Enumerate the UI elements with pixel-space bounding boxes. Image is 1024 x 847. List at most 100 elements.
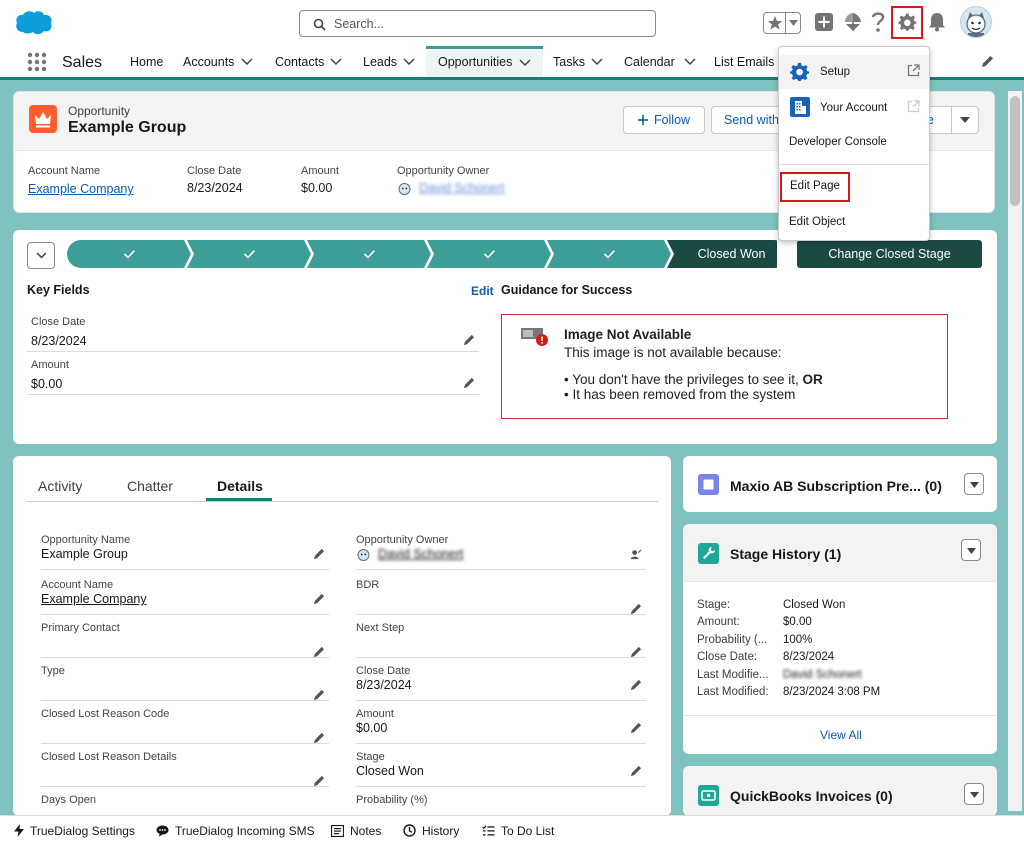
edit-pencil-icon[interactable] xyxy=(630,722,642,734)
favorites-dropdown-icon[interactable] xyxy=(789,20,798,26)
highlight-value: 8/23/2024 xyxy=(187,181,243,195)
nav-item-label: Contacts xyxy=(275,55,325,69)
detail-field-label: Amount xyxy=(356,708,394,720)
utility-notes[interactable]: Notes xyxy=(331,824,381,838)
view-all-link[interactable]: View All xyxy=(820,728,862,742)
menu-item-your-account[interactable]: Your Account xyxy=(779,91,929,125)
setup-menu-dropdown: Setup Your Account Developer Console Edi… xyxy=(778,46,930,241)
nav-item-home[interactable]: Home xyxy=(130,46,170,77)
path-stage-completed[interactable] xyxy=(307,240,431,268)
setup-gear-icon xyxy=(790,62,810,82)
edit-nav-pencil-icon[interactable] xyxy=(981,55,994,68)
nav-item-accounts[interactable]: Accounts xyxy=(183,46,257,77)
chevron-down-icon[interactable] xyxy=(330,58,342,66)
edit-pencil-icon[interactable] xyxy=(463,334,475,346)
nav-item-contacts[interactable]: Contacts xyxy=(275,46,345,77)
chevron-down-icon[interactable] xyxy=(519,59,531,67)
key-field-label: Close Date xyxy=(31,316,86,328)
gear-icon xyxy=(893,13,921,32)
trailhead-guidance-icon[interactable] xyxy=(843,12,863,32)
stage-history-label: Close Date: xyxy=(697,651,758,664)
owner-avatar-icon xyxy=(356,547,371,562)
menu-item-label: Edit Object xyxy=(789,216,846,228)
stage-history-value: 8/23/2024 3:08 PM xyxy=(783,686,881,698)
edit-pencil-icon[interactable] xyxy=(630,765,642,777)
path-collapse-toggle[interactable] xyxy=(27,242,55,269)
user-avatar[interactable] xyxy=(960,6,992,38)
bullet-emphasis: OR xyxy=(802,372,823,387)
detail-field-value: 8/23/2024 xyxy=(356,678,412,692)
star-icon[interactable] xyxy=(767,15,783,31)
image-not-available-box: Image Not Available This image is not av… xyxy=(501,314,948,419)
search-icon xyxy=(313,18,326,31)
menu-item-label: Your Account xyxy=(820,102,888,114)
external-link-icon xyxy=(907,100,920,113)
image-na-text: This image is not available because: xyxy=(564,345,782,360)
nav-item-leads[interactable]: Leads xyxy=(363,46,419,77)
menu-item-developer-console[interactable]: Developer Console xyxy=(779,133,929,153)
menu-item-edit-page[interactable]: Edit Page xyxy=(780,172,850,202)
owner-link-blurred[interactable]: David Schonert xyxy=(419,181,504,195)
menu-item-label: Developer Console xyxy=(789,136,887,148)
account-name-link[interactable]: Example Company xyxy=(41,592,147,606)
menu-item-edit-object[interactable]: Edit Object xyxy=(779,213,929,233)
utility-to-do-list[interactable]: To Do List xyxy=(482,824,554,838)
chevron-down-icon[interactable] xyxy=(684,58,696,66)
card-actions-dropdown[interactable] xyxy=(964,783,984,805)
nav-item-opportunities[interactable]: Opportunities xyxy=(426,46,543,77)
setup-gear-button[interactable] xyxy=(891,6,923,39)
path-stage-completed[interactable] xyxy=(427,240,551,268)
image-na-bullet: • You don't have the privileges to see i… xyxy=(564,372,823,387)
chevron-down-icon xyxy=(28,252,54,259)
utility-truedialog-settings[interactable]: TrueDialog Settings xyxy=(14,824,135,838)
notifications-bell-icon[interactable] xyxy=(928,12,946,32)
path-stage-completed[interactable] xyxy=(187,240,311,268)
edit-pencil-icon[interactable] xyxy=(463,377,475,389)
menu-item-setup[interactable]: Setup xyxy=(779,55,929,89)
chevron-down-icon[interactable] xyxy=(403,58,415,66)
edit-pencil-icon[interactable] xyxy=(313,548,325,560)
detail-field-label: Close Date xyxy=(356,665,411,677)
detail-field-label: Probability (%) xyxy=(356,794,428,806)
app-name: Sales xyxy=(62,54,103,71)
scrollbar-thumb[interactable] xyxy=(1010,96,1020,206)
salesforce-logo[interactable] xyxy=(14,8,54,36)
nav-item-calendar[interactable]: Calendar xyxy=(624,46,699,77)
help-icon[interactable] xyxy=(871,11,885,33)
change-closed-stage-button[interactable]: Change Closed Stage xyxy=(797,240,982,268)
edit-pencil-icon[interactable] xyxy=(313,593,325,605)
edit-pencil-icon[interactable] xyxy=(630,679,642,691)
clock-icon xyxy=(403,824,416,837)
search-input[interactable] xyxy=(334,15,634,33)
stage-history-rows: Stage: Closed Won Amount: $0.00 Probability … xyxy=(683,524,997,724)
chevron-down-icon[interactable] xyxy=(241,58,253,66)
follow-button[interactable]: Follow xyxy=(623,106,705,134)
utility-truedialog-sms[interactable]: TrueDialog Incoming SMS xyxy=(156,824,315,838)
card-actions-dropdown[interactable] xyxy=(964,473,984,495)
quickbooks-card-title[interactable]: QuickBooks Invoices (0) xyxy=(730,788,893,804)
path-stage-completed[interactable] xyxy=(547,240,671,268)
last-modified-by-blurred[interactable]: David Schonert xyxy=(783,669,862,681)
stage-history-value: $0.00 xyxy=(783,616,812,629)
sales-path: Closed Won xyxy=(67,240,777,268)
chevron-down-icon[interactable] xyxy=(591,58,603,66)
maxio-card-title[interactable]: Maxio AB Subscription Pre... (0) xyxy=(730,478,942,494)
change-owner-icon[interactable] xyxy=(630,548,642,560)
nav-item-tasks[interactable]: Tasks xyxy=(553,46,603,77)
more-actions-dropdown[interactable] xyxy=(951,106,979,134)
app-launcher-waffle-icon[interactable] xyxy=(27,52,47,72)
highlight-label: Account Name xyxy=(28,165,101,177)
path-stage-completed[interactable] xyxy=(67,240,191,268)
account-name-link[interactable]: Example Company xyxy=(28,182,134,196)
card-count: (0) xyxy=(875,788,893,804)
send-with-button[interactable]: Send with xyxy=(711,106,781,134)
global-search-box[interactable] xyxy=(299,10,656,37)
chevron-down-icon xyxy=(960,117,970,123)
key-fields-edit-link[interactable]: Edit xyxy=(471,284,494,298)
owner-link-blurred[interactable]: David Schonert xyxy=(378,547,463,561)
nav-item-list-emails[interactable]: List Emails xyxy=(714,46,774,77)
favorites-group[interactable] xyxy=(763,12,801,34)
utility-history[interactable]: History xyxy=(403,824,459,838)
global-actions-plus-icon[interactable] xyxy=(814,12,834,32)
detail-field-label: Primary Contact xyxy=(41,622,120,634)
